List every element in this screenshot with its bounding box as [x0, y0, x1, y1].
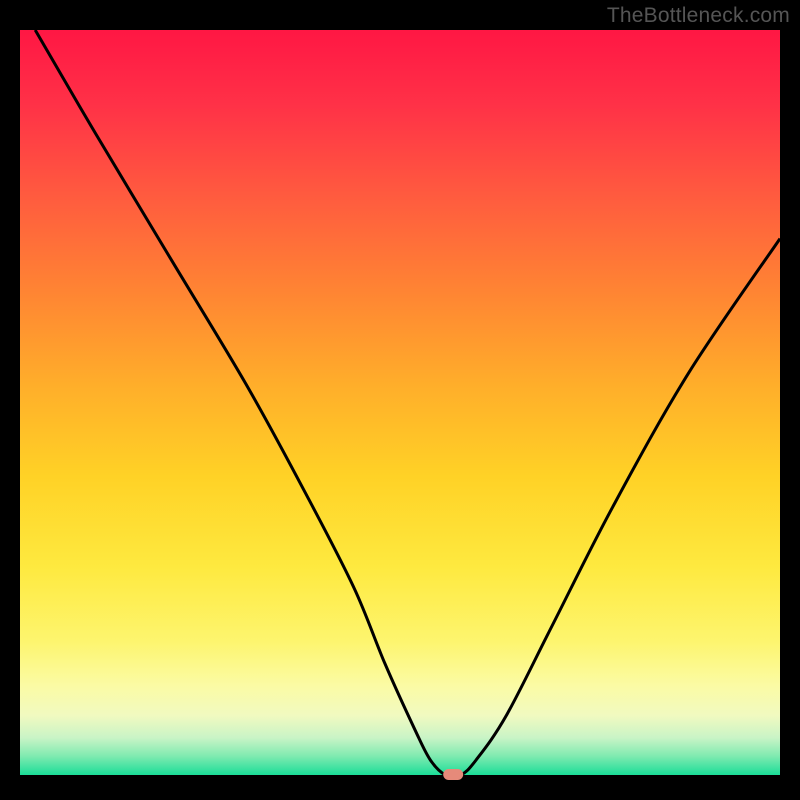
plot-area: [20, 30, 780, 775]
bottleneck-curve-svg: [20, 30, 780, 775]
bottleneck-curve: [35, 30, 780, 777]
attribution-text: TheBottleneck.com: [607, 4, 790, 28]
chart-container: TheBottleneck.com: [0, 0, 800, 800]
marker-dot: [443, 769, 463, 780]
